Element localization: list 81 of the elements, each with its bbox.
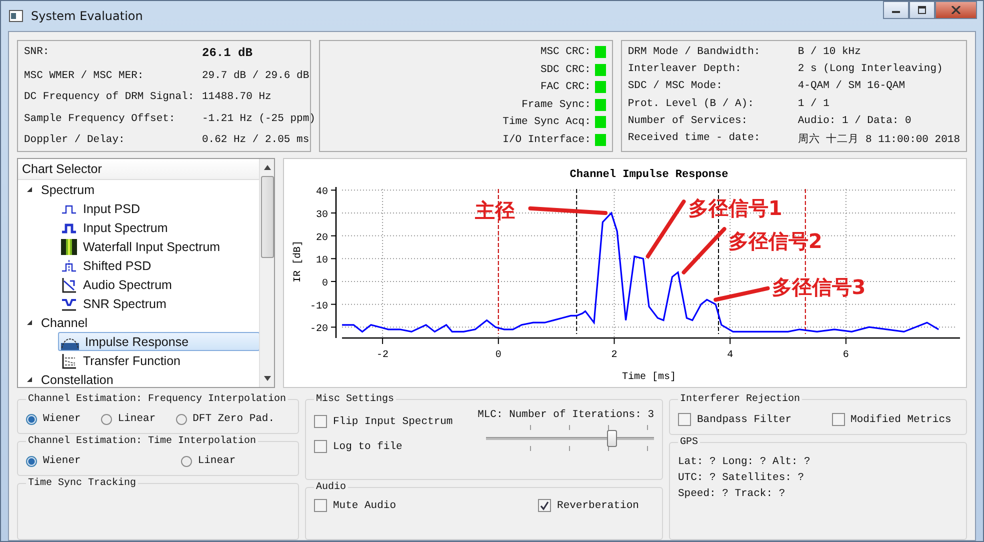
group-title: Channel Estimation: Frequency Interpolation [27, 394, 288, 405]
group-title: Time Sync Tracking [27, 478, 138, 489]
info-label: DRM Mode / Bandwidth: [628, 46, 762, 58]
x-tick-label: 0 [495, 350, 502, 361]
window-title: System Evaluation [31, 9, 143, 23]
info-value: 1 / 1 [798, 98, 830, 110]
tree-category[interactable]: Spectrum [41, 182, 94, 196]
measurement-value: 26.1 dB [202, 46, 252, 60]
tree-item[interactable]: Transfer Function [18, 351, 260, 370]
y-tick-label: 20 [316, 232, 328, 244]
measurement-value: 29.7 dB / 29.6 dB [202, 70, 310, 82]
checkbox-option[interactable]: Log to file [314, 440, 453, 453]
chart-title: Channel Impulse Response [570, 169, 728, 181]
radio-option[interactable]: Linear [180, 455, 236, 467]
measurement-value: 11488.70 Hz [202, 91, 272, 103]
tree-category[interactable]: Constellation [41, 372, 114, 386]
checkbox-option[interactable]: Flip Input Spectrum [314, 415, 453, 428]
y-tick-label: 40 [316, 187, 328, 198]
slider-label: MLC: Number of Iterations: 3 [478, 409, 654, 421]
radio-option[interactable]: Wiener [26, 455, 81, 467]
annotation-label: 多径信号3 [772, 274, 866, 299]
info-label: Interleaver Depth: [628, 63, 742, 76]
y-tick-label: -10 [310, 301, 328, 312]
y-axis-label: IR [dB] [293, 240, 304, 282]
checkbox-option[interactable]: Reverberation [538, 499, 639, 512]
checkbox-option[interactable]: Mute Audio [314, 499, 396, 512]
x-tick-label: 6 [842, 350, 849, 361]
info-label: Prot. Level (B / A): [628, 98, 755, 110]
tree-item[interactable]: Audio Spectrum [18, 275, 260, 294]
measurement-value: -1.21 Hz (-25 ppm) [202, 112, 316, 124]
tree-item[interactable]: Input PSD [18, 199, 260, 218]
info-value: 4-QAM / SM 16-QAM [798, 80, 905, 92]
measurement-value: 0.62 Hz / 2.05 ms [202, 134, 310, 146]
radio-option[interactable]: Linear [100, 413, 156, 425]
y-tick-label: 30 [316, 210, 328, 221]
group-title: Interferer Rejection [679, 394, 802, 405]
info-label: SDC / MSC Mode: [628, 80, 724, 92]
annotation-label: 多径信号1 [688, 196, 782, 220]
annotation-label: 多径信号2 [728, 229, 822, 254]
measurement-label: MSC WMER / MSC MER: [24, 70, 145, 82]
group-title: Audio [315, 482, 348, 493]
status-label: FAC CRC: [540, 81, 591, 94]
info-value: Audio: 1 / Data: 0 [798, 114, 912, 127]
tree-item[interactable]: Shifted PSD [18, 256, 260, 275]
y-tick-label: 0 [322, 278, 328, 290]
info-label: Number of Services: [628, 114, 749, 127]
info-value: 2 s (Long Interleaving) [798, 63, 943, 76]
gps-info: UTC: ? Satellites: ? [678, 472, 806, 484]
x-axis-label: Time [ms] [622, 372, 676, 383]
tree-category[interactable]: Channel [41, 316, 88, 330]
status-label: Time Sync Acq: [502, 116, 591, 128]
annotation-label: 主径 [475, 198, 516, 222]
info-label: Received time - date: [628, 132, 762, 146]
tree-item[interactable]: SNR Spectrum [18, 294, 260, 313]
x-tick-label: 4 [727, 350, 734, 361]
x-tick-label: 2 [611, 350, 618, 361]
status-label: MSC CRC: [540, 46, 591, 58]
group-title: Misc Settings [315, 394, 396, 405]
measurement-label: Sample Frequency Offset: [24, 112, 176, 124]
group-title: GPS [679, 437, 700, 448]
radio-option[interactable]: Wiener [26, 413, 81, 425]
gps-info: Lat: ? Long: ? Alt: ? [678, 456, 812, 468]
tree-item[interactable]: Impulse Response [58, 332, 260, 351]
measurement-label: SNR: [24, 46, 50, 60]
status-label: Frame Sync: [522, 98, 591, 111]
gps-info: Speed: ? Track: ? [678, 488, 786, 500]
tree-item[interactable]: Waterfall Input Spectrum [18, 237, 260, 256]
y-tick-label: -20 [310, 324, 328, 336]
checkbox-option[interactable]: Bandpass Filter [678, 413, 792, 426]
checkbox-option[interactable]: Modified Metrics [832, 413, 952, 426]
status-label: SDC CRC: [540, 64, 591, 76]
measurement-label: DC Frequency of DRM Signal: [24, 91, 196, 103]
status-label: I/O Interface: [502, 134, 591, 146]
measurement-label: Doppler / Delay: [24, 134, 126, 146]
info-value: 周六 十二月 8 11:00:00 2018 [798, 132, 960, 146]
group-title: Channel Estimation: Time Interpolation [27, 436, 258, 447]
y-tick-label: 10 [316, 256, 328, 267]
info-value: B / 10 kHz [798, 46, 861, 58]
tree-item[interactable]: Input Spectrum [18, 218, 260, 237]
radio-option[interactable]: DFT Zero Pad. [176, 413, 275, 425]
x-tick-label: -2 [376, 350, 389, 361]
